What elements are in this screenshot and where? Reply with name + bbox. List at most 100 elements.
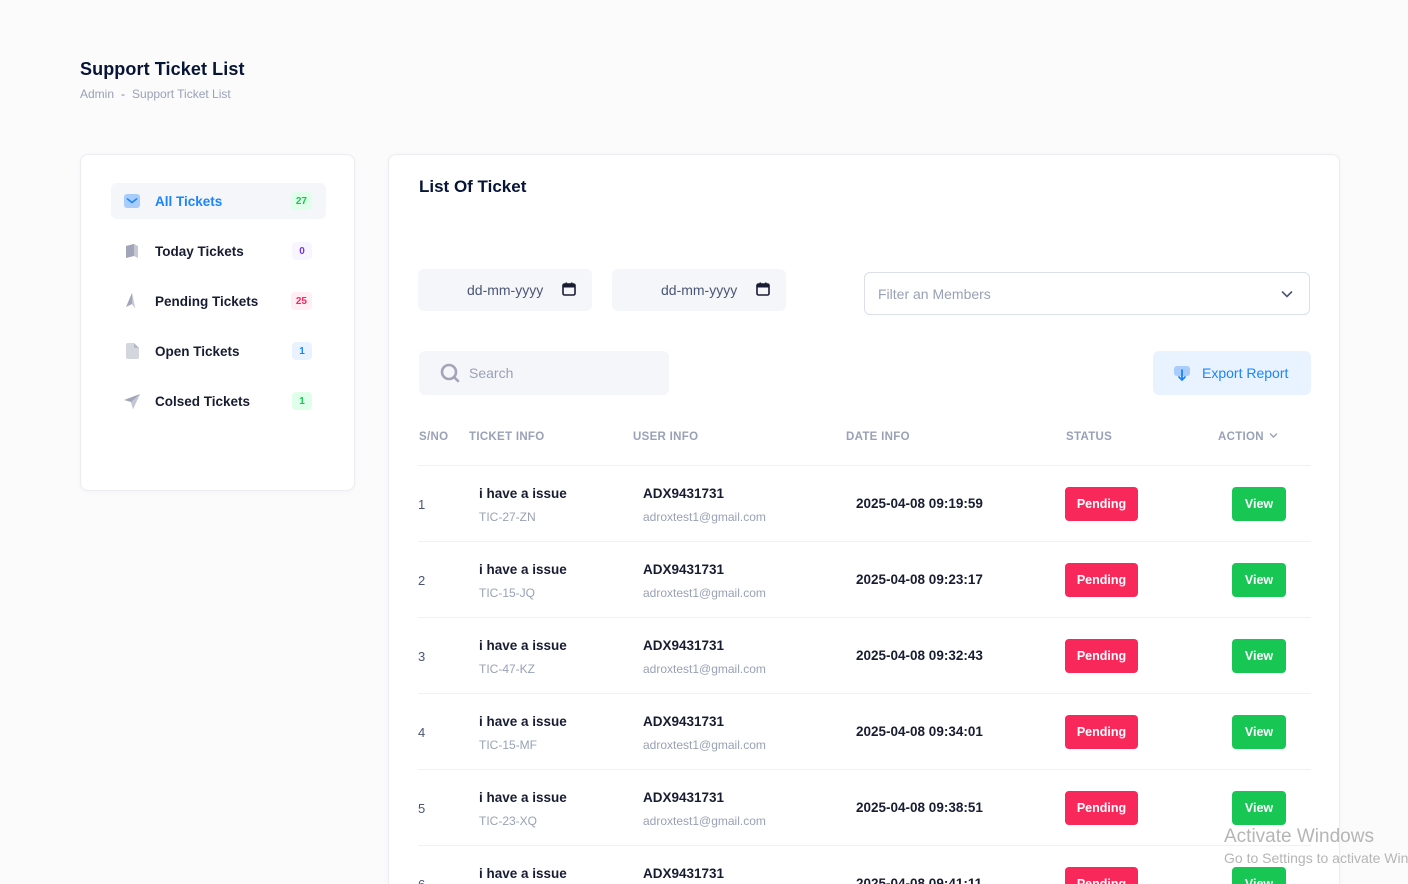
status-pending-button[interactable]: Pending xyxy=(1065,487,1138,521)
row-sno: 1 xyxy=(418,497,426,512)
search-box[interactable] xyxy=(419,351,669,395)
user-id: ADX9431731 xyxy=(643,790,725,805)
chevron-down-icon xyxy=(1280,287,1294,304)
view-button[interactable]: View xyxy=(1232,487,1286,521)
ticket-title: i have a issue xyxy=(479,638,567,653)
row-sno: 3 xyxy=(418,649,426,664)
view-button[interactable]: View xyxy=(1232,639,1286,673)
sort-chevron-icon xyxy=(1269,431,1278,443)
calendar-icon[interactable] xyxy=(756,282,770,299)
table-row: 2 i have a issue TIC-15-JQ ADX9431731 adroxt… xyxy=(418,542,1311,618)
count-badge: 27 xyxy=(290,192,312,210)
page-header: Support Ticket List Admin - Support Tick… xyxy=(80,59,245,101)
search-icon xyxy=(440,363,460,383)
export-report-button[interactable]: Export Report xyxy=(1153,351,1311,395)
sidebar-item-closed-tickets[interactable]: Colsed Tickets 1 xyxy=(111,383,326,419)
user-id: ADX9431731 xyxy=(643,562,725,577)
table-row: 5 i have a issue TIC-23-XQ ADX9431731 adroxt… xyxy=(418,770,1311,846)
filter-members-select[interactable]: Filter an Members xyxy=(864,272,1310,315)
view-button[interactable]: View xyxy=(1232,867,1286,884)
download-icon xyxy=(1173,364,1191,382)
sidebar-item-today-tickets[interactable]: Today Tickets 0 xyxy=(111,233,326,269)
card-title: List Of Ticket xyxy=(419,177,527,196)
user-id: ADX9431731 xyxy=(643,638,725,653)
sidebar-item-pending-tickets[interactable]: Pending Tickets 25 xyxy=(111,283,326,319)
calendar-icon[interactable] xyxy=(562,282,576,299)
status-pending-button[interactable]: Pending xyxy=(1065,867,1138,884)
sidebar-item-label: Pending Tickets xyxy=(155,293,259,309)
view-button[interactable]: View xyxy=(1232,563,1286,597)
filter-members-placeholder: Filter an Members xyxy=(878,285,991,302)
count-badge: 0 xyxy=(292,242,312,260)
ticket-title: i have a issue xyxy=(479,866,567,881)
ticket-date: 2025-04-08 09:19:59 xyxy=(856,496,983,511)
ticket-code: TIC-23-XQ xyxy=(479,814,538,828)
table-row: 6 i have a issue ADX9431731 2025-04-08 09:4… xyxy=(418,846,1311,884)
sidebar-item-label: All Tickets xyxy=(155,193,223,209)
sidebar-item-label: Today Tickets xyxy=(155,243,244,259)
breadcrumb-separator: - xyxy=(121,87,126,101)
user-email: adroxtest1@gmail.com xyxy=(643,814,766,828)
bookmark-icon xyxy=(123,242,141,260)
user-id: ADX9431731 xyxy=(643,866,725,881)
ticket-date: 2025-04-08 09:23:17 xyxy=(856,572,983,587)
table-row: 4 i have a issue TIC-15-MF ADX9431731 adroxt… xyxy=(418,694,1311,770)
sidebar-item-label: Colsed Tickets xyxy=(155,393,251,409)
view-button[interactable]: View xyxy=(1232,791,1286,825)
ticket-title: i have a issue xyxy=(479,714,567,729)
inbox-icon xyxy=(123,192,141,210)
ticket-date: 2025-04-08 09:34:01 xyxy=(856,724,983,739)
ticket-title: i have a issue xyxy=(479,790,567,805)
row-sno: 6 xyxy=(418,877,425,884)
count-badge: 25 xyxy=(290,292,312,310)
table-row: 3 i have a issue TIC-47-KZ ADX9431731 adroxt… xyxy=(418,618,1311,694)
breadcrumb: Admin - Support Ticket List xyxy=(80,87,245,101)
ticket-code: TIC-27-ZN xyxy=(479,510,536,524)
date-to-placeholder: dd-mm-yyyy xyxy=(661,282,738,298)
star-icon xyxy=(123,292,141,310)
user-email: adroxtest1@gmail.com xyxy=(643,586,766,600)
ticket-code: TIC-15-JQ xyxy=(479,586,536,600)
column-header-ticket-info: TICKET INFO xyxy=(469,431,545,443)
row-sno: 4 xyxy=(418,725,426,740)
breadcrumb-admin[interactable]: Admin xyxy=(80,87,114,101)
send-icon xyxy=(123,392,141,410)
ticket-date: 2025-04-08 09:41:11 xyxy=(856,876,983,884)
document-icon xyxy=(123,342,141,360)
ticket-category-sidebar: All Tickets 27 Today Tickets 0 Pending T… xyxy=(80,154,355,491)
status-pending-button[interactable]: Pending xyxy=(1065,715,1138,749)
column-header-date-info: DATE INFO xyxy=(846,431,910,443)
windows-activation-watermark: Activate Windows Go to Settings to activ… xyxy=(1224,826,1408,866)
count-badge: 1 xyxy=(292,342,312,360)
ticket-date: 2025-04-08 09:32:43 xyxy=(856,648,983,663)
search-input[interactable] xyxy=(469,365,649,381)
watermark-subtitle: Go to Settings to activate Windows. xyxy=(1224,850,1408,866)
ticket-code: TIC-47-KZ xyxy=(479,662,536,676)
date-to-input[interactable]: dd-mm-yyyy xyxy=(612,269,786,311)
export-report-label: Export Report xyxy=(1202,365,1289,381)
ticket-date: 2025-04-08 09:38:51 xyxy=(856,800,983,815)
sidebar-item-all-tickets[interactable]: All Tickets 27 xyxy=(111,183,326,219)
status-pending-button[interactable]: Pending xyxy=(1065,791,1138,825)
date-from-placeholder: dd-mm-yyyy xyxy=(467,282,544,298)
user-email: adroxtest1@gmail.com xyxy=(643,738,766,752)
column-header-action-label: ACTION xyxy=(1218,431,1264,443)
column-header-action[interactable]: ACTION xyxy=(1218,431,1278,443)
column-header-status: STATUS xyxy=(1066,431,1113,443)
row-sno: 5 xyxy=(418,801,426,816)
date-from-input[interactable]: dd-mm-yyyy xyxy=(418,269,592,311)
user-email: adroxtest1@gmail.com xyxy=(643,510,766,524)
watermark-title: Activate Windows xyxy=(1224,826,1374,847)
count-badge: 1 xyxy=(292,392,312,410)
user-id: ADX9431731 xyxy=(643,486,725,501)
sidebar-item-label: Open Tickets xyxy=(155,343,240,359)
ticket-code: TIC-15-MF xyxy=(479,738,537,752)
sidebar-item-open-tickets[interactable]: Open Tickets 1 xyxy=(111,333,326,369)
ticket-list-card: List Of Ticket dd-mm-yyyy dd-mm-yyyy Fil… xyxy=(388,154,1340,884)
status-pending-button[interactable]: Pending xyxy=(1065,639,1138,673)
user-id: ADX9431731 xyxy=(643,714,725,729)
status-pending-button[interactable]: Pending xyxy=(1065,563,1138,597)
column-header-sno: S/NO xyxy=(419,431,449,443)
breadcrumb-current: Support Ticket List xyxy=(132,87,231,101)
view-button[interactable]: View xyxy=(1232,715,1286,749)
